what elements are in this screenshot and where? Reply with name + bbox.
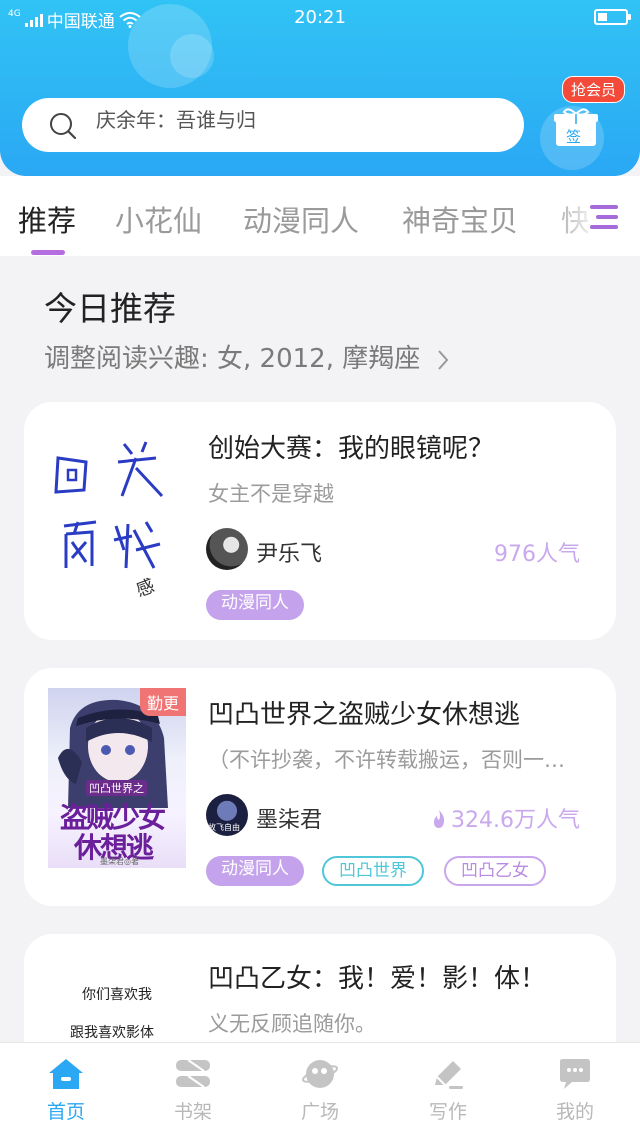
search-bar[interactable]: 庆余年：吾谁与归 (22, 98, 524, 152)
book-title: 凹凸乙女：我！爱！影！体！ (208, 964, 547, 994)
sign-in-label: 签 (566, 128, 582, 146)
chat-bubble-icon (560, 1059, 590, 1089)
decor-bubble (170, 34, 214, 78)
nav-label: 书架 (173, 1101, 212, 1123)
nav-label: 广场 (300, 1101, 339, 1123)
tab-xiaohuaxian[interactable]: 小花仙 (115, 198, 202, 240)
nav-me[interactable]: 我的 (535, 1057, 615, 1124)
header: 4G 中国联通 20:21 庆余年：吾谁与归 抢会员 签 (0, 0, 640, 176)
book-card[interactable]: 感 创始大赛：我的眼镜呢？ 女主不是穿越 尹乐飞 976人气 动漫同人 (24, 402, 616, 640)
author-name: 尹乐飞 (256, 542, 323, 567)
status-bar: 4G 中国联通 20:21 (0, 0, 640, 36)
popularity: 324.6万人气 (431, 802, 580, 834)
nav-square[interactable]: 广场 (280, 1057, 360, 1124)
nav-write[interactable]: 写作 (408, 1057, 488, 1124)
pencil-icon (435, 1061, 463, 1089)
active-tab-indicator (31, 250, 65, 255)
popularity-value: 324.6万人气 (451, 808, 580, 833)
nav-label: 我的 (555, 1101, 594, 1123)
cover-author: 墨柒君◎著 (100, 857, 139, 866)
nav-home[interactable]: 首页 (26, 1057, 106, 1124)
nav-bookshelf[interactable]: 书架 (153, 1057, 233, 1124)
book-title: 创始大赛：我的眼镜呢？ (208, 434, 495, 464)
home-icon (49, 1059, 83, 1089)
avatar-text: 故飞自由 (208, 823, 240, 832)
menu-icon[interactable] (588, 200, 622, 234)
cover-handwriting (54, 441, 164, 569)
tag[interactable]: 动漫同人 (206, 856, 304, 886)
cover-text-line2: 跟我喜欢影体 (70, 1025, 154, 1041)
tab-recommend[interactable]: 推荐 (18, 198, 76, 240)
nav-label: 写作 (428, 1101, 467, 1123)
tag[interactable]: 动漫同人 (206, 590, 304, 620)
bookshelf-icon (176, 1059, 210, 1088)
clock: 20:21 (294, 7, 346, 28)
tag[interactable]: 凹凸世界 (322, 856, 424, 886)
bottom-nav: 首页 书架 广场 写作 我的 (0, 1042, 640, 1138)
author-avatar (206, 528, 248, 570)
book-cover: 勤更 凹凸世界之 盗贼少女 休想逃 墨柒君◎著 (48, 688, 186, 868)
book-description: 女主不是穿越 (208, 482, 334, 506)
interest-settings-text: 调整阅读兴趣: 女, 2012, 摩羯座 (44, 344, 421, 374)
category-tabs: 推荐 小花仙 动漫同人 神奇宝贝 快 (0, 176, 640, 256)
search-icon (50, 113, 77, 140)
update-badge: 勤更 (139, 688, 186, 716)
popularity: 976人气 (494, 542, 580, 567)
book-cover: 感 (48, 428, 186, 608)
sign-in-button[interactable]: 抢会员 签 (548, 74, 628, 164)
chevron-right-icon (437, 349, 448, 370)
tab-pokemon[interactable]: 神奇宝贝 (402, 198, 518, 240)
flame-icon (434, 810, 445, 828)
section-title: 今日推荐 (44, 289, 176, 328)
vip-badge[interactable]: 抢会员 (562, 76, 626, 103)
cover-series: 凹凸世界之 (86, 780, 147, 796)
tab-anime-fanfic[interactable]: 动漫同人 (243, 198, 359, 240)
cover-text-line1: 你们喜欢我 (82, 987, 152, 1003)
book-card[interactable]: 勤更 凹凸世界之 盗贼少女 休想逃 墨柒君◎著 凹凸世界之盗贼少女休想逃 （不许… (24, 668, 616, 906)
book-title: 凹凸世界之盗贼少女休想逃 (208, 700, 521, 730)
author-avatar: 故飞自由 (206, 794, 248, 836)
book-description: 义无反顾追随你。 (208, 1012, 376, 1036)
nav-label: 首页 (46, 1101, 85, 1123)
planet-icon (301, 1060, 339, 1088)
tag[interactable]: 凹凸乙女 (444, 856, 546, 886)
battery-icon (594, 9, 631, 25)
interest-settings-link[interactable]: 调整阅读兴趣: 女, 2012, 摩羯座 (44, 338, 451, 375)
search-placeholder: 庆余年：吾谁与归 (96, 108, 256, 132)
book-description: （不许抄袭，不许转载搬运，否则一… (208, 748, 565, 772)
author-name: 墨柒君 (256, 808, 323, 833)
